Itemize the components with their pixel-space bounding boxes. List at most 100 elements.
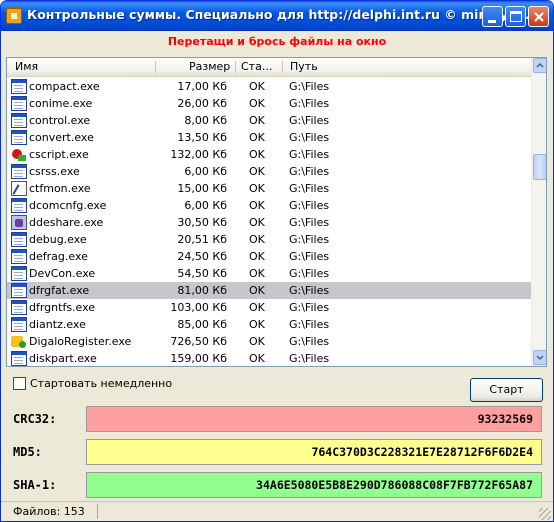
share-icon xyxy=(11,215,27,230)
file-status: OK xyxy=(249,114,265,127)
exe-icon xyxy=(11,113,27,128)
exe-icon xyxy=(11,232,27,247)
file-size: 6,00 Кб xyxy=(184,165,227,178)
table-row[interactable]: DigaloRegister.exe 726,50 Кб OK G:\Files xyxy=(7,333,531,350)
exe-icon xyxy=(11,249,27,264)
file-status: OK xyxy=(249,199,265,212)
checkbox-label: Стартовать немедленно xyxy=(30,377,173,390)
table-row[interactable]: dcomcnfg.exe 6,00 Кб OK G:\Files xyxy=(7,197,531,214)
table-row[interactable]: conime.exe 26,00 Кб OK G:\Files xyxy=(7,95,531,112)
scroll-thumb[interactable] xyxy=(533,154,546,180)
main-window: Контрольные суммы. Специально для http:/… xyxy=(0,0,554,522)
table-row[interactable]: diantz.exe 85,00 Кб OK G:\Files xyxy=(7,316,531,333)
exe-icon xyxy=(11,164,27,179)
title-bar[interactable]: Контрольные суммы. Специально для http:/… xyxy=(1,1,553,31)
exe-icon xyxy=(11,96,27,111)
file-path: G:\Files xyxy=(289,97,330,110)
exe-icon xyxy=(11,351,27,366)
exe-icon xyxy=(11,130,27,145)
sha1-label: SHA-1: xyxy=(13,478,57,492)
exe-icon xyxy=(11,317,27,332)
file-path: G:\Files xyxy=(289,114,330,127)
column-name-header[interactable]: Имя xyxy=(15,58,38,76)
table-row[interactable]: ctfmon.exe 15,00 Кб OK G:\Files xyxy=(7,180,531,197)
table-row[interactable]: diskpart.exe 159,00 Кб OK G:\Files xyxy=(7,350,531,366)
checkbox-box[interactable] xyxy=(13,377,26,390)
file-size: 54,50 Кб xyxy=(177,267,227,280)
table-row[interactable]: cscript.exe 132,00 Кб OK G:\Files xyxy=(7,146,531,163)
file-size: 159,00 Кб xyxy=(170,352,227,365)
close-icon xyxy=(534,12,544,22)
file-name: compact.exe xyxy=(29,80,100,93)
column-status-header[interactable]: Ста... xyxy=(241,58,272,76)
file-size: 132,00 Кб xyxy=(170,148,227,161)
column-path-header[interactable]: Путь xyxy=(290,58,318,76)
crc32-field[interactable]: 93232569 xyxy=(86,406,542,432)
digalo-icon xyxy=(11,334,27,349)
file-status: OK xyxy=(249,318,265,331)
file-name: dcomcnfg.exe xyxy=(29,199,107,212)
table-row[interactable]: ddeshare.exe 30,50 Кб OK G:\Files xyxy=(7,214,531,231)
resize-grip[interactable] xyxy=(539,508,551,520)
file-name: diantz.exe xyxy=(29,318,86,331)
exe-icon xyxy=(11,266,27,281)
files-count: Файлов: 153 xyxy=(13,505,85,518)
table-row[interactable]: compact.exe 17,00 Кб OK G:\Files xyxy=(7,78,531,95)
file-size: 26,00 Кб xyxy=(177,97,227,110)
file-path: G:\Files xyxy=(289,352,330,365)
file-path: G:\Files xyxy=(289,131,330,144)
table-row[interactable]: dfrgfat.exe 81,00 Кб OK G:\Files xyxy=(7,282,531,299)
start-button[interactable]: Старт xyxy=(470,378,543,402)
scroll-down-icon xyxy=(536,355,544,361)
file-path: G:\Files xyxy=(289,80,330,93)
scroll-up-icon xyxy=(536,62,544,68)
column-size-header[interactable]: Размер xyxy=(189,58,230,76)
file-size: 20,51 Кб xyxy=(177,233,227,246)
file-status: OK xyxy=(249,131,265,144)
file-size: 24,50 Кб xyxy=(177,250,227,263)
file-name: dfrgfat.exe xyxy=(29,284,90,297)
table-row[interactable]: csrss.exe 6,00 Кб OK G:\Files xyxy=(7,163,531,180)
vertical-scrollbar[interactable] xyxy=(531,58,546,366)
table-row[interactable]: control.exe 8,00 Кб OK G:\Files xyxy=(7,112,531,129)
table-row[interactable]: DevCon.exe 54,50 Кб OK G:\Files xyxy=(7,265,531,282)
file-name: defrag.exe xyxy=(29,250,88,263)
file-list[interactable]: Имя Размер Ста... Путь compact.exe 17,00 … xyxy=(6,57,547,367)
minimize-button[interactable] xyxy=(482,6,503,27)
minimize-icon xyxy=(488,20,496,23)
maximize-button[interactable] xyxy=(505,6,526,27)
file-name: ctfmon.exe xyxy=(29,182,91,195)
md5-field[interactable]: 764C370D3C228321E7E28712F6F6D2E4 xyxy=(86,439,542,465)
scroll-down-button[interactable] xyxy=(533,350,546,365)
exe-icon xyxy=(11,198,27,213)
file-name: csrss.exe xyxy=(29,165,80,178)
table-row[interactable]: dfrgntfs.exe 103,00 Кб OK G:\Files xyxy=(7,299,531,316)
file-name: diskpart.exe xyxy=(29,352,97,365)
file-size: 30,50 Кб xyxy=(177,216,227,229)
file-status: OK xyxy=(249,335,265,348)
file-status: OK xyxy=(249,182,265,195)
file-name: ddeshare.exe xyxy=(29,216,104,229)
list-header: Имя Размер Ста... Путь xyxy=(7,58,531,77)
table-row[interactable]: debug.exe 20,51 Кб OK G:\Files xyxy=(7,231,531,248)
table-row[interactable]: convert.exe 13,50 Кб OK G:\Files xyxy=(7,129,531,146)
file-size: 8,00 Кб xyxy=(184,114,227,127)
file-status: OK xyxy=(249,233,265,246)
exe-icon xyxy=(11,283,27,298)
file-path: G:\Files xyxy=(289,250,330,263)
scroll-up-button[interactable] xyxy=(533,58,546,73)
close-button[interactable] xyxy=(528,6,549,27)
file-name: dfrgntfs.exe xyxy=(29,301,96,314)
file-name: DigaloRegister.exe xyxy=(29,335,132,348)
file-name: control.exe xyxy=(29,114,91,127)
file-size: 17,00 Кб xyxy=(177,80,227,93)
table-row[interactable]: defrag.exe 24,50 Кб OK G:\Files xyxy=(7,248,531,265)
app-icon[interactable] xyxy=(6,8,22,24)
file-size: 13,50 Кб xyxy=(177,131,227,144)
sha1-field[interactable]: 34A6E5080E5B8E290D786088C08F7FB772F65A87 xyxy=(86,472,542,498)
file-name: convert.exe xyxy=(29,131,94,144)
file-size: 726,50 Кб xyxy=(170,335,227,348)
maximize-icon xyxy=(510,11,522,22)
file-path: G:\Files xyxy=(289,199,330,212)
file-status: OK xyxy=(249,301,265,314)
